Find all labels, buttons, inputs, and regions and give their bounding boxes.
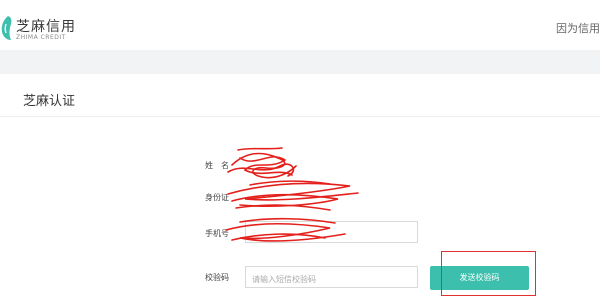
- panel-divider: [0, 116, 600, 117]
- phone-field[interactable]: [245, 221, 418, 245]
- name-label: 姓 名: [205, 161, 229, 170]
- phone-input[interactable]: [246, 224, 417, 245]
- id-number-label: 身份证: [205, 193, 229, 202]
- send-code-button[interactable]: 发送校验码: [430, 266, 529, 290]
- verification-code-field[interactable]: [245, 266, 418, 290]
- logo-text-en: ZHIMA CREDIT: [16, 34, 66, 41]
- nav-band: [0, 50, 600, 74]
- header-slogan: 因为信用: [556, 22, 600, 35]
- zhima-logo-icon: [1, 16, 12, 40]
- page-title: 芝麻认证: [23, 94, 76, 109]
- verification-panel: [0, 74, 600, 292]
- logo-text-cn: 芝麻信用: [16, 19, 76, 35]
- phone-label: 手机号: [205, 229, 229, 238]
- top-header: 芝麻信用 ZHIMA CREDIT 因为信用: [0, 0, 600, 50]
- zhima-logo[interactable]: 芝麻信用 ZHIMA CREDIT: [0, 10, 120, 41]
- verification-code-label: 校验码: [205, 273, 229, 282]
- verification-code-input[interactable]: [246, 269, 417, 290]
